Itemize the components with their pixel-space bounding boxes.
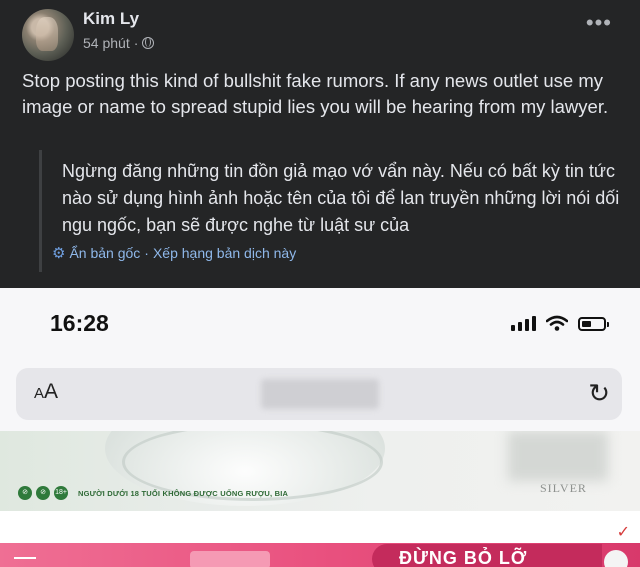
no-drive-icon: ⊘ [36,486,50,500]
translation-text: Ngừng đăng những tin đồn giả mạo vớ vẩn … [62,161,620,235]
status-time: 16:28 [50,310,109,336]
globe-icon[interactable] [142,37,155,49]
more-options-icon[interactable]: ••• [586,12,612,34]
translation-links: ⚙ Ẩn bản gốc · Xếp hạng bản dịch này [52,244,296,262]
signal-icon [511,315,536,331]
hide-original-link[interactable]: Ẩn bản gốc [69,245,140,261]
post-time[interactable]: 54 phút [83,35,130,51]
links-separator: · [144,245,149,261]
blurred-logo [508,431,608,481]
ad-banner[interactable]: SILVER ⊘ ⊘ 18+ NGƯỜI DƯỚI 18 TUỔI KHÔNG … [0,431,640,511]
reload-icon[interactable]: ↻ [588,379,610,407]
age-18-icon: 18+ [54,486,68,500]
site-header-bar: ĐỪNG BỎ LỠ [0,543,640,567]
phone-screenshot: 16:28 AA ↻ SILVER ⊘ ⊘ 18+ NGƯỜI DƯỚI 18 … [0,288,640,567]
content-strip [0,511,640,543]
header-pill[interactable] [190,551,270,567]
blurred-url [261,379,379,409]
post-text: Stop posting this kind of bullshit fake … [22,70,609,117]
wifi-icon [546,315,568,331]
age-warning-text: NGƯỜI DƯỚI 18 TUỔI KHÔNG ĐƯỢC UỐNG RƯỢU,… [78,488,289,498]
no-pregnant-icon: ⊘ [18,486,32,500]
brand-label: SILVER [540,481,587,495]
meta-separator: · [133,35,139,51]
check-icon: ✓ [616,524,630,541]
browser-address-bar[interactable]: AA ↻ [16,368,622,420]
facebook-post: Kim Ly 54 phút · ••• Stop posting this k… [0,0,640,288]
translation-block: Ngừng đăng những tin đồn giả mạo vớ vẩn … [39,150,622,272]
age-warning: ⊘ ⊘ 18+ NGƯỜI DƯỚI 18 TUỔI KHÔNG ĐƯỢC UỐ… [18,486,288,500]
rate-translation-link[interactable]: Xếp hạng bản dịch này [153,245,296,261]
menu-icon[interactable] [14,557,36,567]
post-meta: 54 phút · [83,35,155,51]
battery-icon [578,317,609,331]
header-dot-button[interactable] [604,550,628,567]
text-size-button[interactable]: AA [34,380,58,404]
author-name[interactable]: Kim Ly [83,9,139,29]
status-icons [511,315,609,331]
author-avatar[interactable] [22,9,74,61]
gear-icon: ⚙ [52,245,66,262]
dont-miss-label: ĐỪNG BỎ LỠ [399,548,528,567]
